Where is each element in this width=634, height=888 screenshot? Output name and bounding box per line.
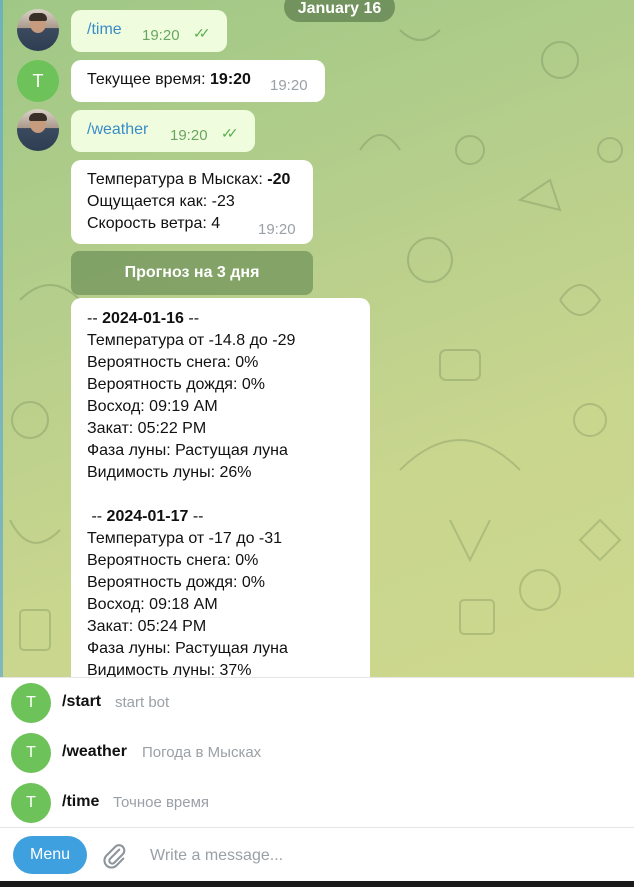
user-avatar[interactable] xyxy=(17,9,59,51)
window-bottom-edge xyxy=(0,881,634,887)
command-description: Погода в Мысках xyxy=(142,744,262,761)
attach-paperclip-icon[interactable] xyxy=(100,842,128,870)
forecast-sunset: Закат: 05:22 PM xyxy=(87,420,207,437)
message-text: Текущее время: 19:20 xyxy=(87,71,251,88)
forecast-snow: Вероятность снега: 0% xyxy=(87,354,259,371)
bot-avatar[interactable]: T xyxy=(17,60,59,102)
forecast-rain: Вероятность дождя: 0% xyxy=(87,574,265,591)
outgoing-message[interactable]: /weather 19:20 ✓✓ xyxy=(71,110,255,152)
message-line: Ощущается как: -23 xyxy=(87,193,235,210)
command-link[interactable]: /weather xyxy=(87,121,148,139)
message-input[interactable]: Write a message... xyxy=(150,847,283,865)
bot-avatar: T xyxy=(11,733,51,773)
message-line: Скорость ветра: 4 xyxy=(87,215,221,232)
user-avatar[interactable] xyxy=(17,109,59,151)
command-item-weather[interactable]: T /weather Погода в Мысках xyxy=(0,728,634,778)
command-item-time[interactable]: T /time Точное время xyxy=(0,778,634,828)
command-name: /time xyxy=(62,793,100,810)
forecast-snow: Вероятность снега: 0% xyxy=(87,552,259,569)
read-checkmarks-icon: ✓✓ xyxy=(193,25,211,41)
day-header: -- 2024-01-17 -- xyxy=(87,508,204,525)
command-link[interactable]: /time xyxy=(87,21,122,39)
forecast-moon-phase: Фаза луны: Растущая луна xyxy=(87,442,288,459)
bot-avatar: T xyxy=(11,783,51,823)
message-time: 19:20 xyxy=(142,27,180,44)
forecast-moon-visibility: Видимость луны: 26% xyxy=(87,464,252,481)
outgoing-message[interactable]: /time 19:20 ✓✓ xyxy=(71,10,227,52)
message-composer: Menu Write a message... xyxy=(0,827,634,888)
message-time: 19:20 xyxy=(270,77,308,94)
forecast-sunrise: Восход: 09:19 AM xyxy=(87,398,218,415)
incoming-message[interactable]: Температура в Мысках: -20 Ощущается как:… xyxy=(71,160,313,244)
forecast-sunrise: Восход: 09:18 AM xyxy=(87,596,218,613)
message-line: Температура в Мысках: -20 xyxy=(87,171,291,188)
forecast-rain: Вероятность дождя: 0% xyxy=(87,376,265,393)
forecast-moon-visibility: Видимость луны: 37% xyxy=(87,662,252,677)
forecast-moon-phase: Фаза луны: Растущая луна xyxy=(87,640,288,657)
bot-commands-panel: T /start start bot T /weather Погода в М… xyxy=(0,677,634,828)
forecast-inline-button[interactable]: Прогноз на 3 дня xyxy=(71,251,313,295)
forecast-temp: Температура от -14.8 до -29 xyxy=(87,332,296,349)
chat-area[interactable]: January 16 /time 19:20 ✓✓ T Текущее врем… xyxy=(0,0,634,677)
command-description: start bot xyxy=(115,694,170,711)
menu-button[interactable]: Menu xyxy=(13,836,87,874)
bot-avatar: T xyxy=(11,683,51,723)
forecast-temp: Температура от -17 до -31 xyxy=(87,530,283,547)
command-item-start[interactable]: T /start start bot xyxy=(0,678,634,728)
command-name: /start xyxy=(62,693,102,710)
message-time: 19:20 xyxy=(258,221,296,238)
day-header: -- 2024-01-16 -- xyxy=(87,310,200,327)
incoming-message[interactable]: Текущее время: 19:20 19:20 xyxy=(71,60,325,102)
message-time: 19:20 xyxy=(170,127,208,144)
date-separator: January 16 xyxy=(284,0,395,22)
read-checkmarks-icon: ✓✓ xyxy=(221,125,239,141)
command-description: Точное время xyxy=(113,794,210,811)
command-name: /weather xyxy=(62,743,127,760)
forecast-sunset: Закат: 05:24 PM xyxy=(87,618,207,635)
selection-indicator xyxy=(0,0,3,677)
forecast-message[interactable]: -- 2024-01-16 -- Температура от -14.8 до… xyxy=(71,298,370,677)
